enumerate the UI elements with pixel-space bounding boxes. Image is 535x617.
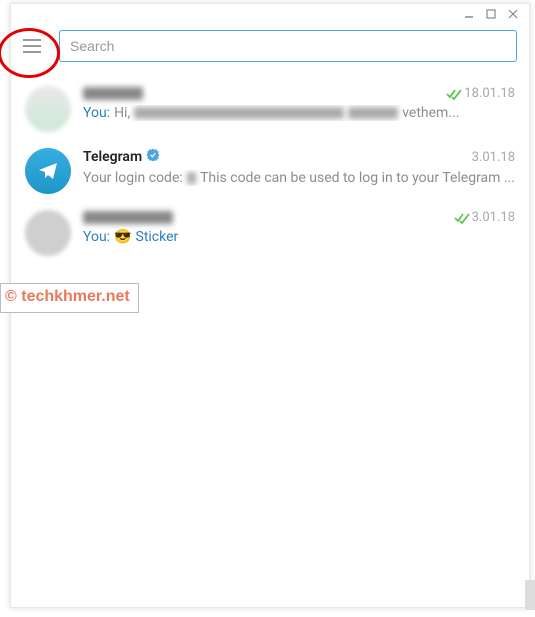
chat-meta: 3.01.18 — [472, 150, 515, 165]
chat-item[interactable]: 3.01.18 You: 😎 Sticker — [11, 202, 529, 264]
chat-preview: You: Hi, vethem... — [83, 105, 515, 121]
maximize-button[interactable] — [485, 8, 497, 20]
verified-icon — [146, 148, 160, 166]
chat-date: 3.01.18 — [472, 210, 515, 225]
chat-meta: 18.01.18 — [446, 86, 515, 101]
search-bar-row — [11, 24, 529, 74]
chat-date: 3.01.18 — [472, 150, 515, 165]
chat-name — [83, 87, 143, 100]
minimize-button[interactable] — [463, 8, 475, 20]
msg-text: Hi, — [114, 105, 130, 121]
emoji-icon: 😎 — [114, 229, 131, 245]
you-prefix: You: — [83, 229, 110, 245]
hamburger-icon — [23, 51, 41, 53]
chat-list: 18.01.18 You: Hi, vethem... Te — [11, 74, 529, 268]
msg-text: Your login code: — [83, 170, 183, 186]
read-checks-icon — [454, 212, 470, 224]
sticker-label: Sticker — [136, 229, 179, 245]
read-checks-icon — [446, 88, 462, 100]
chat-preview: Your login code: This code can be used t… — [83, 170, 515, 186]
window-titlebar — [11, 4, 529, 24]
avatar — [25, 86, 71, 132]
telegram-icon — [36, 159, 60, 183]
menu-button[interactable] — [23, 34, 47, 58]
hamburger-icon — [23, 39, 41, 41]
chat-name: Telegram — [83, 148, 160, 166]
avatar — [25, 148, 71, 194]
chat-item[interactable]: Telegram 3.01.18 Your login code: This c… — [11, 140, 529, 202]
chat-body: 18.01.18 You: Hi, vethem... — [83, 86, 515, 132]
msg-text: This code can be used to log in to your … — [200, 170, 515, 186]
msg-text: vethem... — [402, 105, 459, 121]
chat-name-text: Telegram — [83, 149, 142, 165]
watermark: © techkhmer.net — [0, 283, 139, 313]
close-button[interactable] — [507, 8, 519, 20]
you-prefix: You: — [83, 105, 110, 121]
avatar — [25, 210, 71, 256]
chat-name — [83, 211, 173, 224]
chat-date: 18.01.18 — [464, 86, 515, 101]
chat-body: Telegram 3.01.18 Your login code: This c… — [83, 148, 515, 194]
chat-meta: 3.01.18 — [454, 210, 515, 225]
chat-body: 3.01.18 You: 😎 Sticker — [83, 210, 515, 256]
scrollbar[interactable] — [525, 580, 535, 610]
chat-item[interactable]: 18.01.18 You: Hi, vethem... — [11, 78, 529, 140]
chat-preview: You: 😎 Sticker — [83, 229, 515, 245]
hamburger-icon — [23, 45, 41, 47]
search-input[interactable] — [59, 30, 517, 62]
